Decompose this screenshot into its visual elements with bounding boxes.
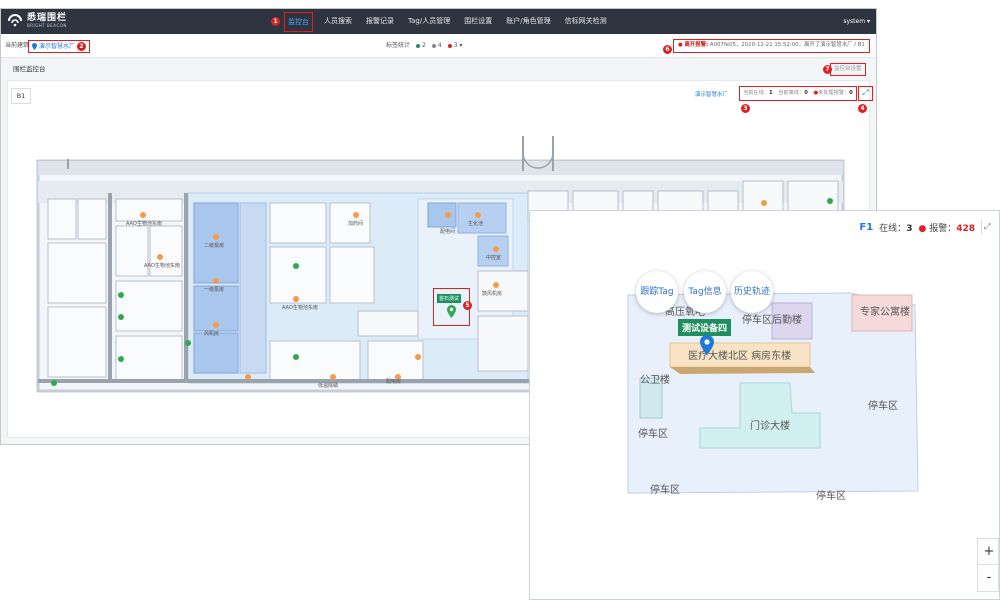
nav-item-tag-management[interactable]: Tag/人员管理 bbox=[401, 9, 457, 34]
room-label: 配电房 bbox=[386, 378, 401, 385]
zone-label: 门诊大楼 bbox=[750, 419, 790, 432]
zone-label: 停车区 bbox=[868, 399, 898, 412]
user-menu[interactable]: system ▾ bbox=[843, 9, 870, 34]
campus-online: 在线：3 bbox=[879, 223, 913, 234]
zoom-in-button[interactable]: + bbox=[978, 539, 999, 565]
annotation-marker-1: 1 bbox=[271, 17, 280, 26]
room-label: 加药间 bbox=[348, 220, 363, 227]
top-navigation-bar: 悉瑞围栏 BRIGHT BEACON 1 监控台 人员搜索 报警记录 Tag/人… bbox=[1, 9, 876, 34]
alarm-text: A007fe05，2020-12-21 15:52:00，离开了演示智慧水厂 /… bbox=[709, 42, 865, 48]
annotation-marker-3: 3 bbox=[741, 104, 750, 113]
campus-floor[interactable]: F1 bbox=[859, 222, 873, 233]
history-track-button[interactable]: 历史轨迹 bbox=[731, 271, 773, 313]
map-statistics: 当前在线：1 当前离线：0 ●未处理报警：0 bbox=[739, 86, 857, 101]
monitor-settings-link[interactable]: 监控台设置 bbox=[830, 63, 866, 76]
room-label: AAO生物池东南 bbox=[144, 262, 180, 269]
room-label: 中控室 bbox=[486, 254, 501, 261]
campus-header: F1 在线：3 ● 报警：428 ⤢ bbox=[859, 211, 999, 243]
panel-header: 围栏监控台 7 监控台设置 bbox=[1, 59, 876, 79]
campus-alarm: ● 报警：428 bbox=[918, 223, 975, 234]
expand-icon: ⤢ bbox=[862, 88, 869, 97]
annotation-marker-2: 2 bbox=[77, 42, 87, 51]
room-label: 鼓风机房 bbox=[482, 290, 502, 297]
room-label: 风机房 bbox=[204, 330, 219, 337]
app-logo[interactable]: 悉瑞围栏 BRIGHT BEACON bbox=[7, 14, 67, 28]
device-name-tag: 测试设备四 bbox=[678, 319, 732, 336]
online-dot-icon bbox=[416, 43, 421, 48]
logo-subtext: BRIGHT BEACON bbox=[27, 23, 67, 28]
zone-label: 停车区 bbox=[638, 427, 668, 440]
expand-icon[interactable]: ⤢ bbox=[981, 220, 995, 234]
zone-label: 停车区 bbox=[650, 483, 680, 496]
alarm-count[interactable]: 3 ▾ bbox=[447, 34, 462, 58]
room-label: 二级泵房 bbox=[204, 242, 224, 249]
nav-item-person-search[interactable]: 人员搜索 bbox=[317, 9, 359, 34]
annotation-marker-5: 5 bbox=[463, 301, 472, 310]
floor-selector[interactable]: B1 bbox=[11, 88, 31, 104]
info-bar: 当前建筑 演示智慧水厂 2 标签统计 2 4 3 ▾ 6 ● 离开报警: A00… bbox=[1, 34, 876, 58]
screenshot-stage: 悉瑞围栏 BRIGHT BEACON 1 监控台 人员搜索 报警记录 Tag/人… bbox=[0, 0, 1000, 600]
tag-statistics: 标签统计 2 4 3 ▾ bbox=[386, 34, 462, 58]
room-label: 配电间 bbox=[440, 228, 455, 235]
offline-count: 4 bbox=[431, 34, 442, 58]
room-label: AAO生物池东南 bbox=[126, 220, 162, 227]
fullscreen-button[interactable]: ⤢ bbox=[858, 86, 873, 101]
nav-item-account-roles[interactable]: 账户/角色管理 bbox=[499, 9, 557, 34]
zoom-out-button[interactable]: - bbox=[978, 565, 999, 591]
online-count: 2 bbox=[416, 34, 426, 58]
room-label: AAO生物池东南 bbox=[282, 304, 318, 311]
location-pin-icon bbox=[32, 43, 37, 50]
annotation-marker-6: 6 bbox=[663, 45, 672, 54]
tag-stats-label: 标签统计 bbox=[386, 42, 411, 49]
zone-label: 停车区后勤楼 bbox=[742, 313, 802, 326]
nav-item-beacon-gateway[interactable]: 信标网关检测 bbox=[558, 9, 614, 34]
alarm-notification[interactable]: ● 离开报警: A007fe05，2020-12-21 15:52:00，离开了… bbox=[673, 39, 870, 53]
panel-title: 围栏监控台 bbox=[13, 65, 46, 73]
alarm-bell-icon: ● bbox=[918, 223, 927, 234]
building-select[interactable]: 演示智慧水厂 2 bbox=[28, 40, 91, 53]
alarm-dot-icon bbox=[447, 43, 452, 48]
zoom-controls: + - bbox=[977, 538, 999, 592]
map-building-name: 演示智慧水厂 bbox=[695, 92, 729, 98]
alarm-bell-icon: ● bbox=[678, 42, 683, 48]
room-label: 低温除磷 bbox=[318, 382, 338, 389]
track-tag-button[interactable]: 跟踪Tag bbox=[636, 271, 678, 313]
zone-label: 专家公寓楼 bbox=[860, 305, 910, 318]
annotation-marker-4: 4 bbox=[858, 104, 867, 113]
room-label: 一级泵房 bbox=[204, 286, 224, 293]
building-select-value: 演示智慧水厂 bbox=[39, 42, 76, 50]
building-label: 当前建筑 bbox=[5, 42, 30, 49]
zone-label: 停车区 bbox=[816, 489, 846, 502]
zone-label: 公卫楼 bbox=[640, 373, 670, 386]
campus-map-window: F1 在线：3 ● 报警：428 ⤢ 高压氧吧 专家公寓楼 停车区后勤楼 医疗大… bbox=[529, 210, 1000, 600]
device-label: 首石测试 bbox=[437, 294, 462, 303]
alarm-title: 离开报警: bbox=[684, 42, 709, 48]
device-pin-icon[interactable] bbox=[700, 335, 714, 355]
nav-item-fence-settings[interactable]: 围栏设置 bbox=[457, 9, 499, 34]
tag-info-button[interactable]: Tag信息 bbox=[684, 271, 726, 313]
main-nav: 1 监控台 人员搜索 报警记录 Tag/人员管理 围栏设置 账户/角色管理 信标… bbox=[271, 9, 614, 34]
nav-item-monitor[interactable]: 监控台 bbox=[284, 11, 313, 32]
device-pin-icon bbox=[447, 305, 456, 318]
nav-item-alarm-records[interactable]: 报警记录 bbox=[359, 9, 401, 34]
logo-text: 悉瑞围栏 bbox=[27, 13, 68, 23]
room-label: 生化池 bbox=[468, 220, 483, 227]
offline-dot-icon bbox=[431, 43, 436, 48]
logo-icon bbox=[8, 14, 22, 27]
